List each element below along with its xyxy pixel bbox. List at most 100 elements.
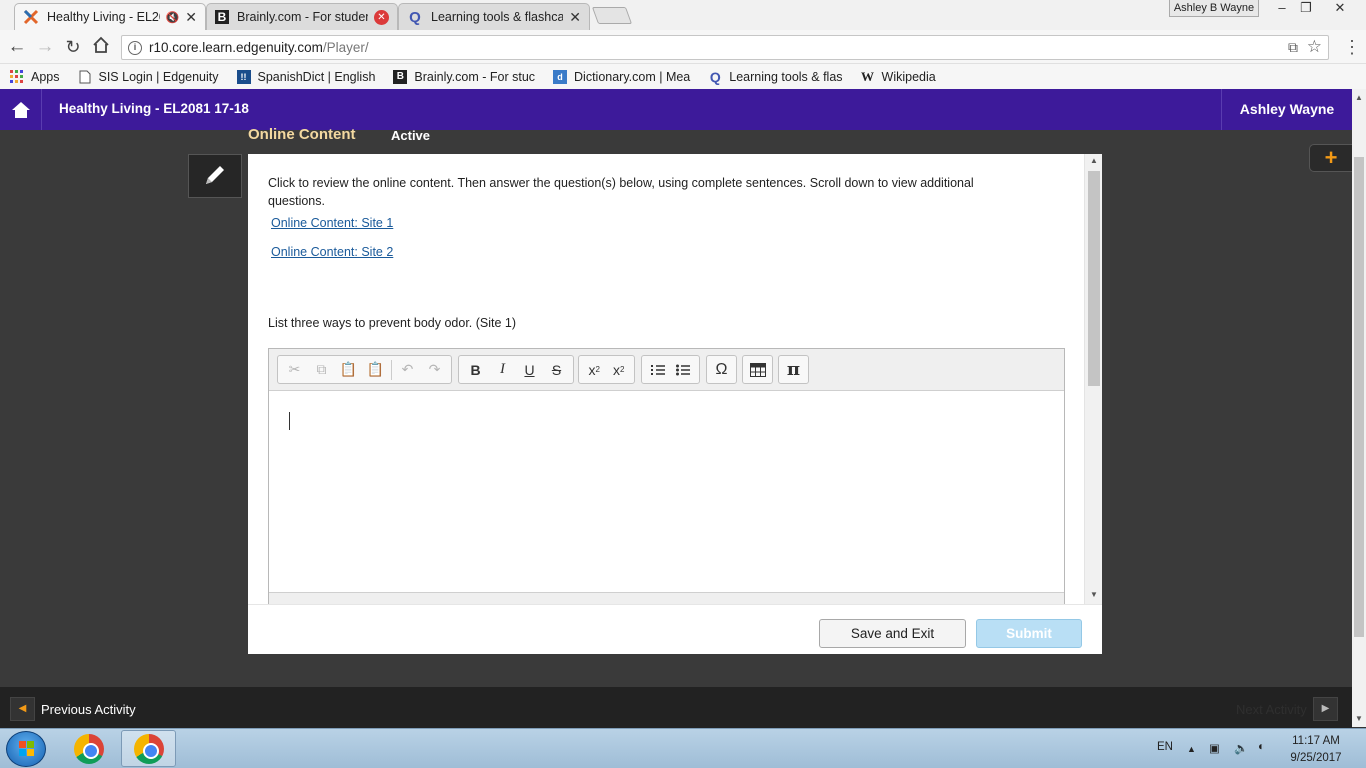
user-tray-icon[interactable]: ◐ — [1258, 741, 1265, 753]
scroll-up-arrow-icon[interactable]: ▲ — [1085, 156, 1103, 165]
bookmark-star-icon[interactable]: ☆ — [1307, 37, 1322, 57]
volume-icon[interactable]: 🔈 — [1234, 741, 1248, 755]
save-and-exit-button[interactable]: Save and Exit — [819, 619, 966, 648]
italic-button[interactable]: I — [489, 357, 516, 382]
strikethrough-button[interactable]: S — [543, 357, 570, 382]
taskbar-chrome-profile[interactable] — [121, 730, 176, 767]
table-icon[interactable] — [746, 357, 769, 382]
copy-icon[interactable]: ⧉ — [308, 357, 335, 382]
redo-icon[interactable]: ↷ — [421, 357, 448, 382]
start-button[interactable] — [6, 731, 46, 767]
tab-title: Learning tools & flashcar — [431, 10, 564, 24]
caret-left-icon: ◀ — [18, 703, 27, 714]
taskbar-chrome[interactable] — [61, 730, 116, 767]
bookmark-label: Brainly.com - For stuc — [414, 69, 536, 84]
info-icon[interactable]: i — [128, 40, 142, 55]
close-tab-icon[interactable]: ✕ — [185, 9, 197, 26]
add-tool-button[interactable]: + — [1309, 144, 1352, 172]
scroll-down-arrow-icon[interactable]: ▼ — [1352, 714, 1366, 723]
minimize-icon[interactable]: – — [1270, 0, 1294, 17]
bookmark-dictionary[interactable]: d Dictionary.com | Mea — [553, 69, 690, 84]
chrome-icon — [73, 733, 104, 764]
chrome-icon — [133, 733, 164, 764]
bookmark-spanishdict[interactable]: !! SpanishDict | English — [236, 69, 376, 84]
browser-menu-icon[interactable]: ⋮ — [1343, 36, 1361, 58]
language-indicator[interactable]: EN — [1157, 741, 1173, 753]
home-icon — [11, 101, 30, 118]
tab-quizlet[interactable]: Q Learning tools & flashcar ✕ — [398, 3, 590, 30]
bookmark-label: SpanishDict | English — [257, 69, 376, 84]
section-title: Online Content — [248, 126, 356, 143]
tab-title: Brainly.com - For student — [237, 10, 368, 24]
submit-button[interactable]: Submit — [976, 619, 1082, 648]
activity-nav-bar: ◀ Previous Activity Next Activity ▶ — [0, 687, 1352, 728]
extension-icon[interactable]: ⧉ — [1288, 39, 1298, 56]
status-badge: Active — [391, 128, 431, 143]
list-group — [641, 355, 700, 384]
close-tab-icon[interactable]: ✕ — [569, 9, 581, 26]
scrollbar-thumb[interactable] — [1354, 157, 1364, 637]
special-char-group: Ω — [706, 355, 737, 384]
instructions-text: Click to review the online content. Then… — [268, 176, 974, 208]
course-home-button[interactable] — [0, 89, 42, 130]
url-text: r10.core.learn.edgenuity.com/Player/ — [149, 40, 369, 55]
superscript-icon[interactable]: x2 — [607, 357, 632, 382]
windows-logo-icon — [19, 741, 34, 756]
pencil-icon — [206, 166, 224, 184]
scroll-down-arrow-icon[interactable]: ▼ — [1085, 590, 1103, 599]
answer-text-area[interactable] — [269, 392, 1064, 592]
special-character-button[interactable]: Ω — [710, 357, 733, 382]
bookmark-brainly[interactable]: B Brainly.com - For stuc — [393, 69, 536, 84]
show-hidden-icons-icon[interactable]: ▲ — [1187, 744, 1196, 754]
reload-icon[interactable]: ↻ — [62, 36, 84, 58]
paste-text-icon[interactable]: 📋 — [362, 357, 389, 382]
tab-brainly[interactable]: B Brainly.com - For student ✕ — [206, 3, 398, 30]
cut-icon[interactable]: ✂ — [281, 357, 308, 382]
bookmark-wikipedia[interactable]: W Wikipedia — [861, 69, 936, 84]
page-scrollbar[interactable]: ▲ ▼ — [1352, 89, 1366, 727]
notes-button[interactable] — [188, 154, 242, 198]
previous-activity-label[interactable]: Previous Activity — [41, 702, 136, 717]
windows-taskbar: EN ▲ ▣ 🔈 ◐ 11:17 AM 9/25/2017 — [0, 728, 1366, 768]
quizlet-icon: Q — [409, 8, 421, 26]
edgenuity-x-icon — [23, 9, 39, 25]
previous-activity-button[interactable]: ◀ — [10, 697, 35, 721]
table-group — [742, 355, 773, 384]
user-name[interactable]: Ashley Wayne — [1221, 89, 1352, 130]
scroll-up-arrow-icon[interactable]: ▲ — [1352, 93, 1366, 102]
forward-arrow-icon[interactable]: → — [34, 36, 56, 58]
bookmark-apps[interactable]: Apps — [10, 69, 60, 84]
content-scroll-area[interactable]: Click to review the online content. Then… — [248, 154, 1084, 604]
editor-status-bar — [269, 592, 1064, 604]
network-icon[interactable]: ▣ — [1209, 741, 1220, 755]
paste-icon[interactable]: 📋 — [335, 357, 362, 382]
bookmark-quizlet[interactable]: Q Learning tools & flas — [708, 69, 843, 85]
content-scrollbar[interactable]: ▲ ▼ — [1084, 154, 1102, 604]
math-equation-button[interactable]: π — [782, 357, 805, 382]
home-icon[interactable] — [90, 36, 112, 58]
online-content-link-1[interactable]: Online Content: Site 1 — [271, 216, 393, 230]
bookmark-sis-login[interactable]: SIS Login | Edgenuity — [78, 70, 219, 84]
close-window-icon[interactable]: ✕ — [1328, 0, 1352, 17]
clock[interactable]: 11:17 AM 9/25/2017 — [1283, 733, 1349, 767]
subscript-icon[interactable]: x2 — [582, 357, 607, 382]
numbered-list-icon[interactable] — [645, 357, 671, 382]
next-activity-button[interactable]: ▶ — [1313, 697, 1338, 721]
bold-button[interactable]: B — [462, 357, 489, 382]
close-tab-icon[interactable]: ✕ — [374, 9, 389, 25]
underline-button[interactable]: U — [516, 357, 543, 382]
profile-button[interactable]: Ashley B Wayne — [1169, 0, 1259, 17]
scrollbar-thumb[interactable] — [1088, 171, 1100, 386]
tab-healthy-living[interactable]: Healthy Living - EL208 🔇 ✕ — [14, 3, 206, 30]
clipboard-group: ✂ ⧉ 📋 📋 ↶ ↷ — [277, 355, 452, 384]
bullet-list-icon[interactable] — [671, 357, 697, 382]
undo-icon[interactable]: ↶ — [394, 357, 421, 382]
editor-toolbar: ✂ ⧉ 📋 📋 ↶ ↷ B I U S x 2 x 2 Ω π — [269, 349, 1064, 391]
new-tab-button[interactable] — [591, 7, 633, 24]
address-bar[interactable]: i r10.core.learn.edgenuity.com/Player/ ⧉… — [121, 35, 1329, 60]
restore-icon[interactable]: ❐ — [1294, 0, 1318, 17]
back-arrow-icon[interactable]: ← — [6, 36, 28, 58]
online-content-link-2[interactable]: Online Content: Site 2 — [271, 245, 393, 259]
tab-title: Healthy Living - EL208 — [47, 10, 160, 24]
mute-icon[interactable]: 🔇 — [166, 11, 180, 24]
